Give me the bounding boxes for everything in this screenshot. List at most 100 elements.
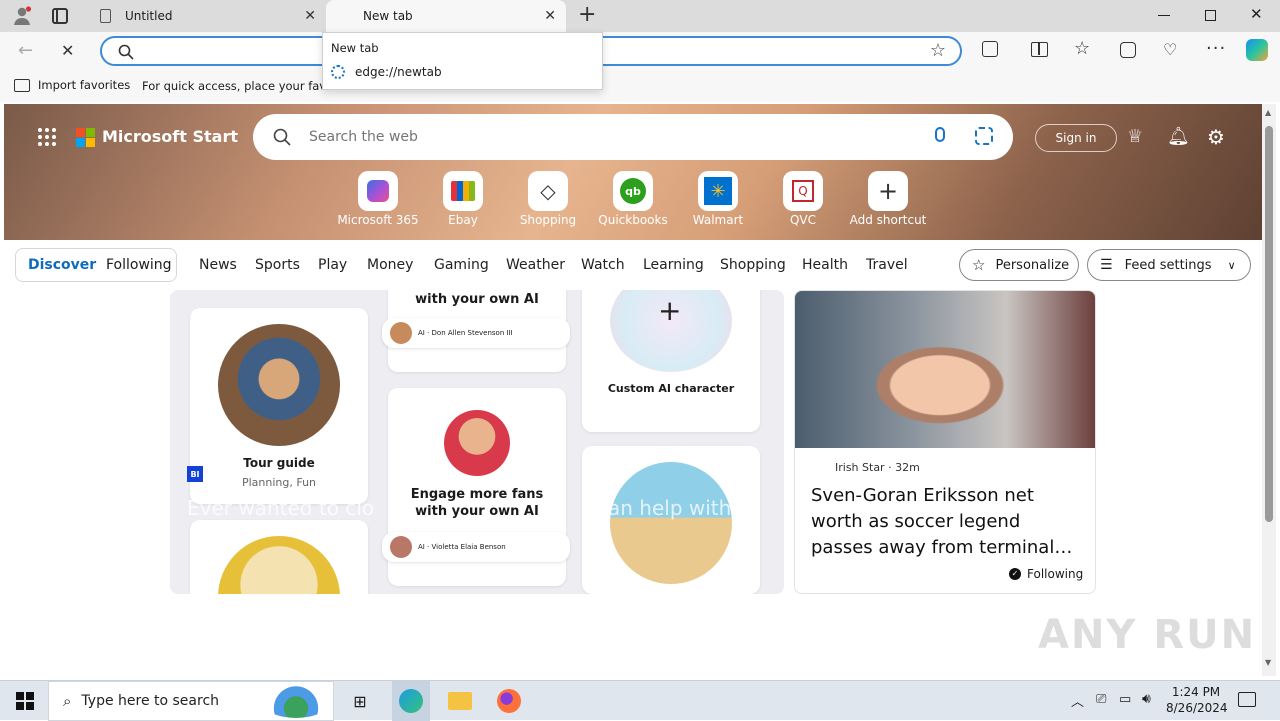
ethernet-icon[interactable]: ▭ xyxy=(1119,692,1131,707)
featured-story-card[interactable]: Tour guide Planning, Fun with your own A… xyxy=(170,290,784,594)
nav-gaming[interactable]: Gaming xyxy=(434,257,489,273)
plus-icon: + xyxy=(868,171,908,211)
split-screen-icon[interactable] xyxy=(1031,42,1048,57)
nav-sports[interactable]: Sports xyxy=(255,257,300,273)
tab-actions-icon[interactable] xyxy=(52,8,68,24)
close-tab-icon[interactable]: ✕ xyxy=(304,8,316,24)
microphone-icon[interactable] xyxy=(935,127,945,142)
scroll-thumb[interactable] xyxy=(1265,126,1273,522)
suggestion-text: edge://newtab xyxy=(355,65,442,79)
sliders-icon: ☰ xyxy=(1100,257,1113,273)
back-arrow-icon[interactable]: ← xyxy=(18,40,33,61)
clock-time: 1:24 PM xyxy=(1171,685,1221,699)
feed-settings-label: Feed settings xyxy=(1124,257,1212,273)
nav-weather[interactable]: Weather xyxy=(506,257,565,273)
tab-discover[interactable]: Discover xyxy=(28,257,96,273)
tour-guide-subtitle: Planning, Fun xyxy=(241,476,317,489)
nav-health[interactable]: Health xyxy=(802,257,848,273)
web-search-box[interactable] xyxy=(253,114,1013,160)
creator-name: AI · Don Allen Stevenson III xyxy=(418,329,513,337)
tab-untitled[interactable]: Untitled ✕ xyxy=(88,0,328,32)
more-menu-icon[interactable]: ··· xyxy=(1206,38,1226,59)
notifications-icon[interactable] xyxy=(1238,692,1256,707)
file-explorer-icon[interactable] xyxy=(446,681,474,721)
shortcut-quickbooks[interactable]: qb Quickbooks xyxy=(588,171,678,227)
edge-taskbar-icon[interactable] xyxy=(392,681,430,721)
shortcut-label: Microsoft 365 xyxy=(337,213,419,227)
nav-watch[interactable]: Watch xyxy=(581,257,625,273)
hero-background: Microsoft Start Sign in ♕ 🔔︎ ⚙ Microsoft… xyxy=(4,104,1262,240)
volume-icon[interactable]: 🔊︎ xyxy=(1142,691,1151,707)
shortcut-label: Quickbooks xyxy=(598,213,668,227)
shortcut-label: Shopping xyxy=(519,213,577,227)
clock[interactable]: 1:24 PM 8/26/2024 xyxy=(1166,684,1228,716)
search-icon: ⌕ xyxy=(63,692,72,710)
shopping-tag-icon: ◇ xyxy=(528,171,568,211)
toolbar: ← ✕ ☆ ☆ ♡ ··· xyxy=(0,32,1280,70)
extensions-icon[interactable] xyxy=(982,41,998,57)
source-badge: BI xyxy=(187,466,203,482)
news-photo xyxy=(795,291,1095,448)
browser-essentials-icon[interactable]: ♡ xyxy=(1163,40,1177,59)
shortcut-microsoft-365[interactable]: Microsoft 365 xyxy=(333,171,423,227)
close-tab-icon[interactable]: ✕ xyxy=(544,8,556,24)
favorites-icon[interactable]: ☆ xyxy=(1074,38,1090,59)
visual-search-icon[interactable] xyxy=(975,127,993,145)
import-label: Import favorites xyxy=(38,78,131,92)
network-status-icon[interactable]: ⎚ xyxy=(1096,692,1106,707)
stop-loading-icon[interactable]: ✕ xyxy=(61,41,74,60)
news-headline[interactable]: Sven-Goran Eriksson net worth as soccer … xyxy=(811,483,1081,561)
minimize-icon[interactable] xyxy=(1158,15,1170,16)
notifications-bell-icon[interactable]: 🔔︎ xyxy=(1167,126,1190,147)
nav-play[interactable]: Play xyxy=(318,257,347,273)
shortcut-walmart[interactable]: ✳ Walmart xyxy=(673,171,763,227)
new-tab-plus-icon[interactable]: + xyxy=(578,4,596,26)
firefox-icon[interactable] xyxy=(496,681,522,721)
news-card[interactable]: Irish Star · 32m Sven-Goran Eriksson net… xyxy=(794,290,1096,594)
rewards-icon[interactable]: ♕ xyxy=(1127,126,1143,147)
nav-shopping[interactable]: Shopping xyxy=(720,257,786,273)
shortcut-shopping[interactable]: ◇ Shopping xyxy=(503,171,593,227)
nav-learning[interactable]: Learning xyxy=(643,257,704,273)
brand-title[interactable]: Microsoft Start xyxy=(102,127,238,146)
sign-in-button[interactable]: Sign in xyxy=(1035,124,1117,152)
maximize-icon[interactable] xyxy=(1205,10,1216,21)
web-search-input[interactable] xyxy=(309,126,909,148)
favorite-star-icon[interactable]: ☆ xyxy=(930,40,946,61)
collections-icon[interactable] xyxy=(1120,42,1136,58)
close-window-icon[interactable]: ✕ xyxy=(1250,5,1263,23)
following-indicator[interactable]: ✓ Following xyxy=(1009,567,1083,581)
shortcut-qvc[interactable]: Q QVC xyxy=(758,171,848,227)
tab-new-tab[interactable]: New tab ✕ xyxy=(326,0,566,32)
app-launcher-icon[interactable] xyxy=(38,128,56,146)
nav-money[interactable]: Money xyxy=(367,257,413,273)
show-hidden-icons-chevron-icon[interactable]: ︿ xyxy=(1071,691,1084,710)
ai-top-title: with your own AI xyxy=(415,292,539,307)
search-icon xyxy=(273,128,291,146)
shortcut-add[interactable]: + Add shortcut xyxy=(843,171,933,227)
copilot-icon[interactable] xyxy=(1246,39,1268,61)
scroll-up-arrow-icon[interactable]: ▲ xyxy=(1265,108,1271,117)
clock-date: 8/26/2024 xyxy=(1166,701,1228,715)
profile-icon[interactable] xyxy=(12,6,32,26)
shortcut-ebay[interactable]: Ebay xyxy=(418,171,508,227)
task-view-icon[interactable]: ⊞ xyxy=(348,681,372,721)
dropdown-header: New tab xyxy=(331,41,379,55)
taskbar-search-box[interactable]: ⌕ Type here to search xyxy=(48,681,334,721)
settings-gear-icon[interactable]: ⚙ xyxy=(1207,125,1225,149)
engage-avatar xyxy=(444,410,510,476)
feed-settings-button[interactable]: ☰ Feed settings ∨ xyxy=(1087,249,1251,281)
start-button[interactable] xyxy=(14,681,36,721)
sign-in-label: Sign in xyxy=(1055,131,1097,145)
scroll-down-arrow-icon[interactable]: ▼ xyxy=(1265,658,1271,667)
ai-creator-pill: AI · Don Allen Stevenson III xyxy=(382,318,570,348)
page-scrollbar[interactable]: ▲ ▼ xyxy=(1262,104,1276,676)
feed-tab-group: Discover Following xyxy=(15,248,177,282)
suggestion-item[interactable]: edge://newtab xyxy=(331,65,442,79)
nav-news[interactable]: News xyxy=(199,257,237,273)
microsoft-logo-icon[interactable] xyxy=(76,128,95,147)
import-favorites-button[interactable]: Import favorites xyxy=(14,78,130,92)
personalize-button[interactable]: ☆ Personalize xyxy=(959,249,1079,281)
nav-travel[interactable]: Travel xyxy=(866,257,908,273)
tab-following[interactable]: Following xyxy=(106,257,172,273)
